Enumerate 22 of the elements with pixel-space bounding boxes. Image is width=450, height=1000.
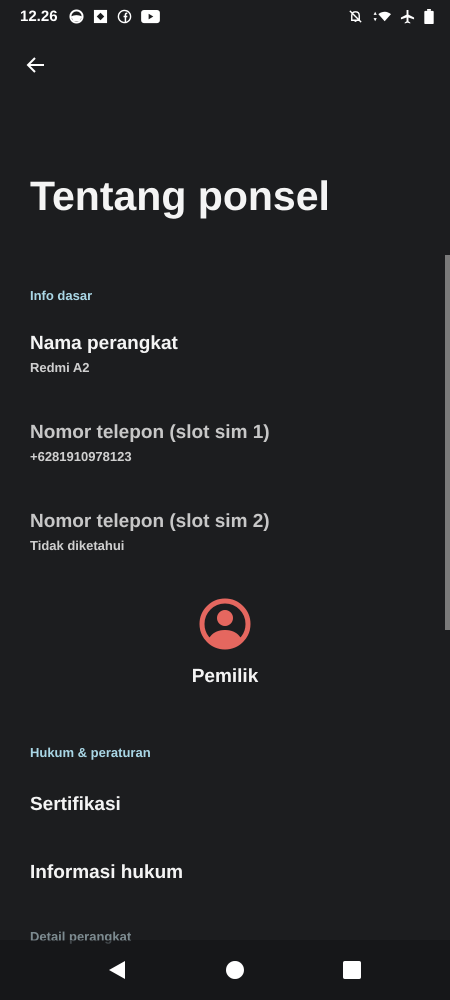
home-circle-icon[interactable] xyxy=(224,960,245,980)
steering-wheel-icon xyxy=(68,8,84,24)
page-title: Tentang ponsel xyxy=(30,172,331,220)
airplane-icon xyxy=(400,8,415,24)
section-header: Hukum & peraturan xyxy=(29,744,152,762)
recents-square-icon[interactable] xyxy=(342,960,362,980)
status-time: 12.26 xyxy=(20,8,58,24)
setting-title[interactable]: Sertifikasi xyxy=(30,792,121,818)
setting-summary: +6281910978123 xyxy=(30,448,133,466)
facebook-icon xyxy=(116,8,132,24)
setting-summary: Redmi A2 xyxy=(30,359,90,377)
setting-summary: Tidak diketahui xyxy=(30,537,126,555)
section-header: Info dasar xyxy=(29,287,94,305)
app-icon xyxy=(92,8,108,24)
section-header: Detail perangkat xyxy=(29,928,132,946)
user-avatar-icon[interactable] xyxy=(199,598,251,650)
setting-title[interactable]: Nama perangkat xyxy=(30,331,178,357)
bell-off-icon xyxy=(348,8,363,24)
battery-icon xyxy=(424,8,434,24)
owner-label[interactable]: Pemilik xyxy=(192,666,258,688)
setting-title[interactable]: Informasi hukum xyxy=(30,860,184,886)
video-play-icon xyxy=(140,8,160,24)
